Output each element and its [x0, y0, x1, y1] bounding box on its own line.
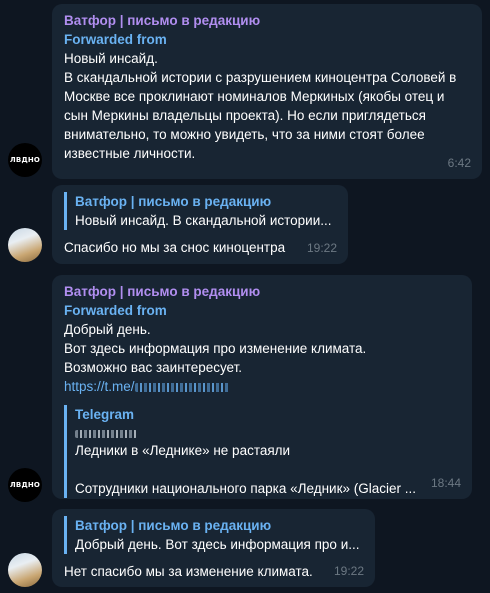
message-line: известные личности. [64, 146, 196, 161]
reply-text: Новый инсайд. В скандальной истории... [75, 213, 332, 228]
message-text: Нет спасибо мы за изменение климата. [64, 564, 313, 579]
message-time: 19:22 [333, 564, 364, 578]
sender-name[interactable]: Ватфор | письмо в редакцию [64, 282, 461, 301]
reply-title: Ватфор | письмо в редакцию [75, 194, 272, 209]
sender-name[interactable]: Ватфор | письмо в редакцию [64, 11, 471, 30]
message-time: 6:42 [447, 156, 471, 170]
message-line: Новый инсайд. [64, 51, 158, 66]
user-avatar[interactable] [8, 228, 42, 262]
forwarded-from-label[interactable]: Forwarded from [64, 30, 471, 49]
reply-quote[interactable]: Ватфор | письмо в редакцию Добрый день. … [64, 516, 364, 554]
redacted-text [75, 430, 137, 439]
message-bubble-4[interactable]: Ватфор | письмо в редакцию Добрый день. … [52, 509, 375, 587]
reply-quote[interactable]: Ватфор | письмо в редакцию Новый инсайд.… [64, 192, 337, 230]
message-line: Вот здесь информация про изменение клима… [64, 341, 367, 356]
preview-site-name: Telegram [75, 407, 135, 422]
message-text: Спасибо но мы за снос киноцентра [64, 240, 286, 255]
message-link[interactable]: https://t.me/ [64, 379, 135, 394]
message-time: 18:44 [430, 476, 461, 490]
message-line: внимательно, то можно увидеть, что за ни… [64, 127, 425, 142]
message-bubble-2[interactable]: Ватфор | письмо в редакцию Новый инсайд.… [52, 185, 348, 264]
message-bubble-3[interactable]: Ватфор | письмо в редакцию Forwarded fro… [52, 275, 472, 499]
message-line: Возможно вас заинтересует. [64, 360, 243, 375]
reply-title: Ватфор | письмо в редакцию [75, 518, 272, 533]
message-link-row[interactable]: https://t.me/ [64, 377, 461, 396]
avatar-label: ЛВДНО [9, 156, 41, 164]
reply-text: Добрый день. Вот здесь информация про и.… [75, 537, 360, 552]
preview-description: Сотрудники национального парка «Ледник» … [75, 481, 417, 496]
preview-title: Ледники в «Леднике» не растаяли [75, 443, 291, 458]
message-line: сын Меркины владельцы проекта). Но если … [64, 108, 426, 123]
preview-spacer [75, 460, 461, 479]
avatar-label: ЛВДНО [9, 481, 41, 489]
message-line: Москве все проклинают номиналов Меркиных… [64, 89, 445, 104]
message-time: 19:22 [306, 241, 337, 255]
redacted-link-path [134, 382, 230, 392]
channel-avatar[interactable]: ЛВДНО [8, 468, 42, 502]
link-preview[interactable]: Telegram Ледники в «Леднике» не растаяли… [64, 405, 461, 498]
message-bubble-1[interactable]: Ватфор | письмо в редакцию Forwarded fro… [52, 4, 482, 179]
channel-avatar[interactable]: ЛВДНО [8, 143, 42, 177]
user-avatar[interactable] [8, 553, 42, 587]
message-line: В скандальной истории с разрушением кино… [64, 70, 457, 85]
message-line: Добрый день. [64, 322, 151, 337]
preview-redacted-line [75, 424, 461, 441]
forwarded-from-label[interactable]: Forwarded from [64, 301, 461, 320]
